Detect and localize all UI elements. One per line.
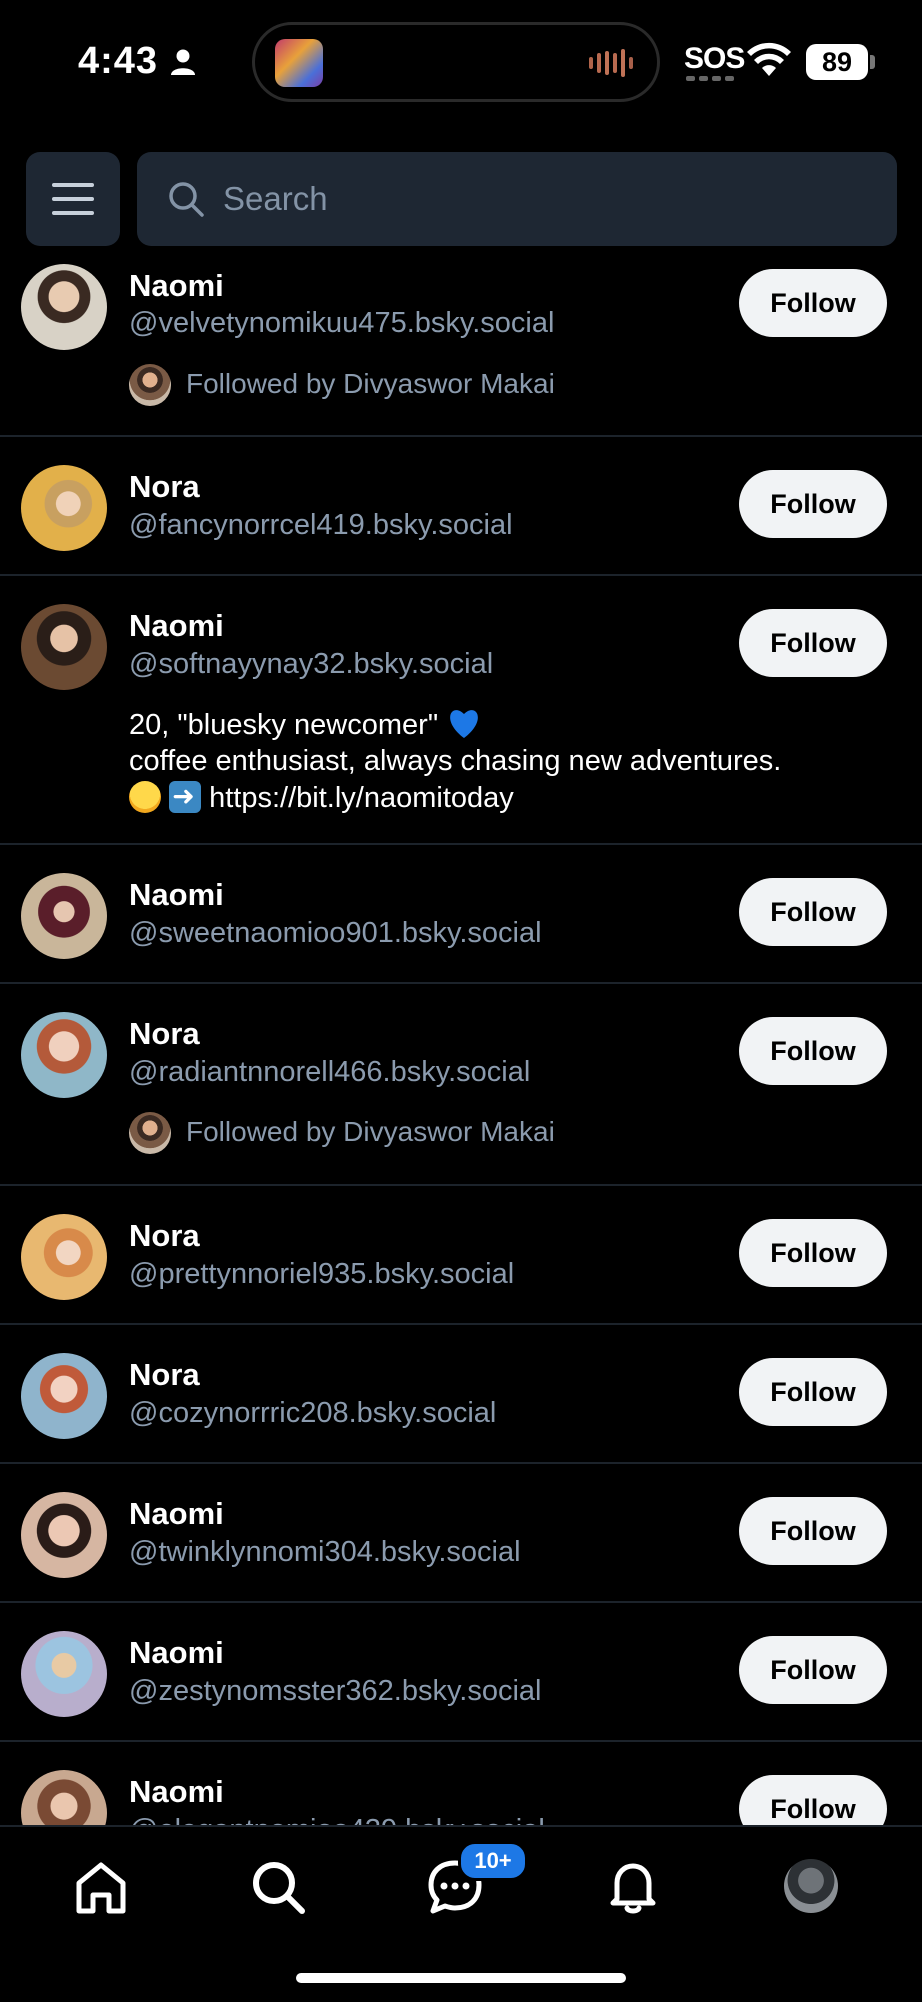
- avatar[interactable]: [21, 264, 107, 350]
- right-arrow-emoji-icon: [169, 778, 202, 815]
- bio-link[interactable]: https://bit.ly/naomitoday: [209, 782, 514, 814]
- follow-button[interactable]: Follow: [739, 878, 887, 946]
- user-handle[interactable]: @radiantnnorell466.bsky.social: [129, 1056, 530, 1089]
- bottom-tab-bar: 10+: [0, 1825, 922, 2002]
- user-name[interactable]: Nora: [129, 1357, 200, 1393]
- list-item[interactable]: Naomi @softnayynay32.bsky.social Follow …: [0, 576, 922, 845]
- bell-icon[interactable]: [603, 1857, 663, 1917]
- home-icon[interactable]: [71, 1857, 131, 1917]
- follow-button[interactable]: Follow: [739, 1636, 887, 1704]
- avatar[interactable]: [21, 873, 107, 959]
- search-icon: [169, 182, 204, 217]
- user-handle[interactable]: @velvetynomikuu475.bsky.social: [129, 307, 554, 340]
- followed-by-text: Followed by Divyaswor Makai: [186, 368, 555, 399]
- follow-button[interactable]: Follow: [739, 609, 887, 677]
- user-bio-line: https://bit.ly/naomitoday: [129, 778, 514, 817]
- now-playing-artwork[interactable]: [275, 39, 323, 87]
- user-suggestion-list[interactable]: Naomi @velvetynomikuu475.bsky.social Fol…: [0, 262, 922, 1825]
- avatar: [129, 1112, 171, 1154]
- user-name[interactable]: Naomi: [129, 1774, 224, 1810]
- follow-button[interactable]: Follow: [739, 470, 887, 538]
- follow-button[interactable]: Follow: [739, 1497, 887, 1565]
- status-bar: 4:43 SOS 89: [0, 0, 922, 130]
- follow-button[interactable]: Follow: [739, 1017, 887, 1085]
- list-item[interactable]: Nora @fancynorrcel419.bsky.social Follow: [0, 437, 922, 576]
- hamburger-icon: [52, 183, 94, 187]
- search-placeholder: Search: [223, 180, 328, 217]
- dynamic-island[interactable]: [252, 22, 660, 102]
- wifi-icon: [747, 42, 791, 76]
- list-item[interactable]: Naomi @twinklynnomi304.bsky.social Follo…: [0, 1464, 922, 1603]
- user-name[interactable]: Naomi: [129, 1496, 224, 1532]
- user-name[interactable]: Naomi: [129, 877, 224, 913]
- user-handle[interactable]: @twinklynnomi304.bsky.social: [129, 1536, 521, 1569]
- avatar[interactable]: [21, 604, 107, 690]
- user-name[interactable]: Nora: [129, 1016, 200, 1052]
- list-item[interactable]: Nora @cozynorrric208.bsky.social Follow: [0, 1325, 922, 1464]
- grinning-sweat-emoji-icon: [129, 781, 161, 813]
- avatar[interactable]: [21, 1353, 107, 1439]
- follow-button[interactable]: Follow: [739, 1219, 887, 1287]
- avatar[interactable]: [21, 1012, 107, 1098]
- search-icon[interactable]: [248, 1857, 308, 1917]
- list-item[interactable]: Nora @radiantnnorell466.bsky.social Foll…: [0, 984, 922, 1186]
- person-icon: [171, 49, 195, 75]
- signal-dots-icon: [686, 76, 734, 81]
- avatar[interactable]: [21, 1631, 107, 1717]
- user-bio-line: 20, "bluesky newcomer": [129, 706, 482, 744]
- list-item[interactable]: Naomi @velvetynomikuu475.bsky.social Fol…: [0, 262, 922, 437]
- chat-badge: 10+: [458, 1841, 528, 1881]
- status-time: 4:43: [78, 40, 159, 82]
- user-name[interactable]: Nora: [129, 469, 200, 505]
- user-handle[interactable]: @softnayynay32.bsky.social: [129, 648, 493, 681]
- battery-nub: [870, 55, 875, 69]
- avatar[interactable]: [21, 1770, 107, 1825]
- audio-waveform-icon: [589, 49, 633, 77]
- avatar[interactable]: [21, 1492, 107, 1578]
- list-item[interactable]: Nora @prettynnoriel935.bsky.social Follo…: [0, 1186, 922, 1325]
- list-item[interactable]: Naomi @zestynomsster362.bsky.social Foll…: [0, 1603, 922, 1742]
- profile-avatar[interactable]: [784, 1859, 838, 1913]
- avatar: [129, 364, 171, 406]
- home-indicator[interactable]: [296, 1973, 626, 1983]
- user-handle[interactable]: @prettynnoriel935.bsky.social: [129, 1258, 514, 1291]
- followed-by-text: Followed by Divyaswor Makai: [186, 1116, 555, 1147]
- blue-heart-icon: [450, 710, 479, 738]
- user-handle[interactable]: @cozynorrric208.bsky.social: [129, 1397, 496, 1430]
- battery-indicator: 89: [806, 44, 868, 80]
- user-handle[interactable]: @elegantnomioo439.bsky.social: [129, 1814, 545, 1825]
- user-bio-line: coffee enthusiast, always chasing new ad…: [129, 745, 782, 777]
- avatar[interactable]: [21, 465, 107, 551]
- follow-button[interactable]: Follow: [739, 1775, 887, 1825]
- list-item[interactable]: Naomi @sweetnaomioo901.bsky.social Follo…: [0, 845, 922, 984]
- sos-indicator: SOS: [684, 42, 745, 75]
- user-name[interactable]: Naomi: [129, 268, 224, 304]
- follow-button[interactable]: Follow: [739, 269, 887, 337]
- menu-button[interactable]: [26, 152, 120, 246]
- list-item[interactable]: Naomi @elegantnomioo439.bsky.social Foll…: [0, 1742, 922, 1825]
- user-handle[interactable]: @zestynomsster362.bsky.social: [129, 1675, 542, 1708]
- avatar[interactable]: [21, 1214, 107, 1300]
- search-input[interactable]: Search: [137, 152, 897, 246]
- follow-button[interactable]: Follow: [739, 1358, 887, 1426]
- user-name[interactable]: Naomi: [129, 1635, 224, 1671]
- user-name[interactable]: Naomi: [129, 608, 224, 644]
- user-name[interactable]: Nora: [129, 1218, 200, 1254]
- user-handle[interactable]: @sweetnaomioo901.bsky.social: [129, 917, 542, 950]
- user-handle[interactable]: @fancynorrcel419.bsky.social: [129, 509, 513, 542]
